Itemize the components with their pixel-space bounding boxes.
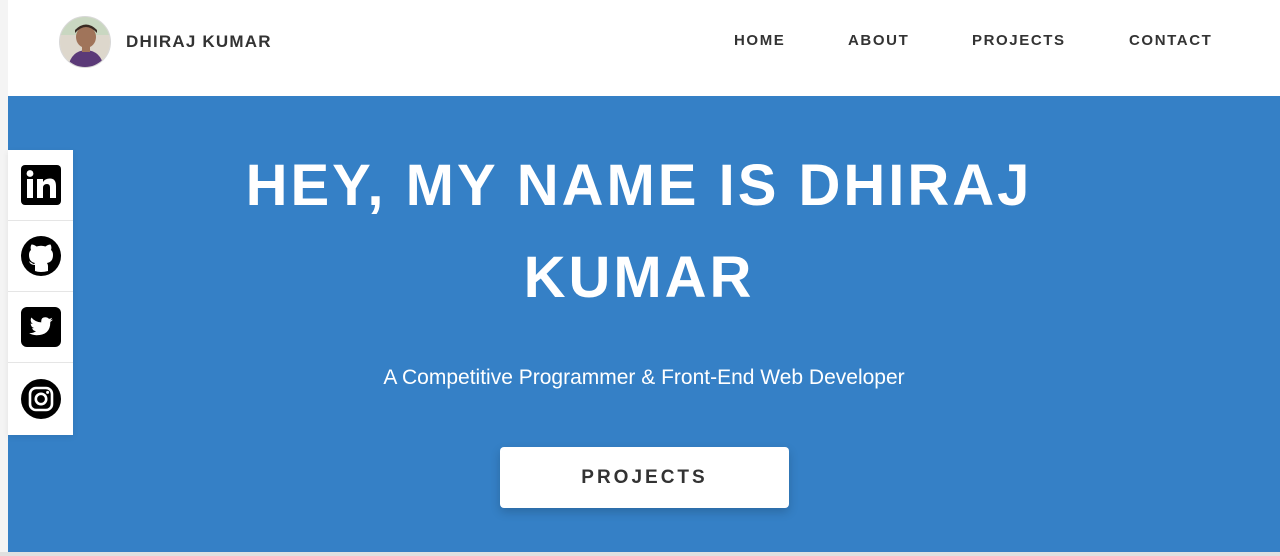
hero-title: HEY, MY NAME IS DHIRAJ KUMAR	[245, 153, 1033, 310]
social-sidebar	[8, 150, 73, 435]
site-header: DHIRAJ KUMAR HOME ABOUT PROJECTS CONTACT	[8, 0, 1280, 96]
social-link-instagram[interactable]	[8, 363, 73, 434]
hero-subtitle: A Competitive Programmer & Front-End Web…	[383, 366, 905, 389]
github-icon	[20, 236, 61, 276]
nav-contact-link[interactable]: CONTACT	[1129, 32, 1212, 50]
hero-section: HEY, MY NAME IS DHIRAJ KUMAR A Competiti…	[8, 96, 1280, 552]
main-nav: HOME ABOUT PROJECTS CONTACT	[8, 0, 1280, 96]
projects-button[interactable]: PROJECTS	[500, 447, 789, 508]
nav-projects-link[interactable]: PROJECTS	[972, 32, 1066, 50]
linkedin-icon	[20, 165, 61, 205]
instagram-icon	[20, 378, 61, 419]
social-link-linkedin[interactable]	[8, 150, 73, 221]
page-bottom-divider	[0, 552, 1280, 556]
nav-home-link[interactable]: HOME	[734, 32, 785, 50]
social-link-twitter[interactable]	[8, 292, 73, 363]
nav-about-link[interactable]: ABOUT	[848, 32, 909, 50]
social-link-github[interactable]	[8, 221, 73, 292]
twitter-icon	[20, 307, 61, 347]
page-left-gutter	[0, 0, 8, 556]
